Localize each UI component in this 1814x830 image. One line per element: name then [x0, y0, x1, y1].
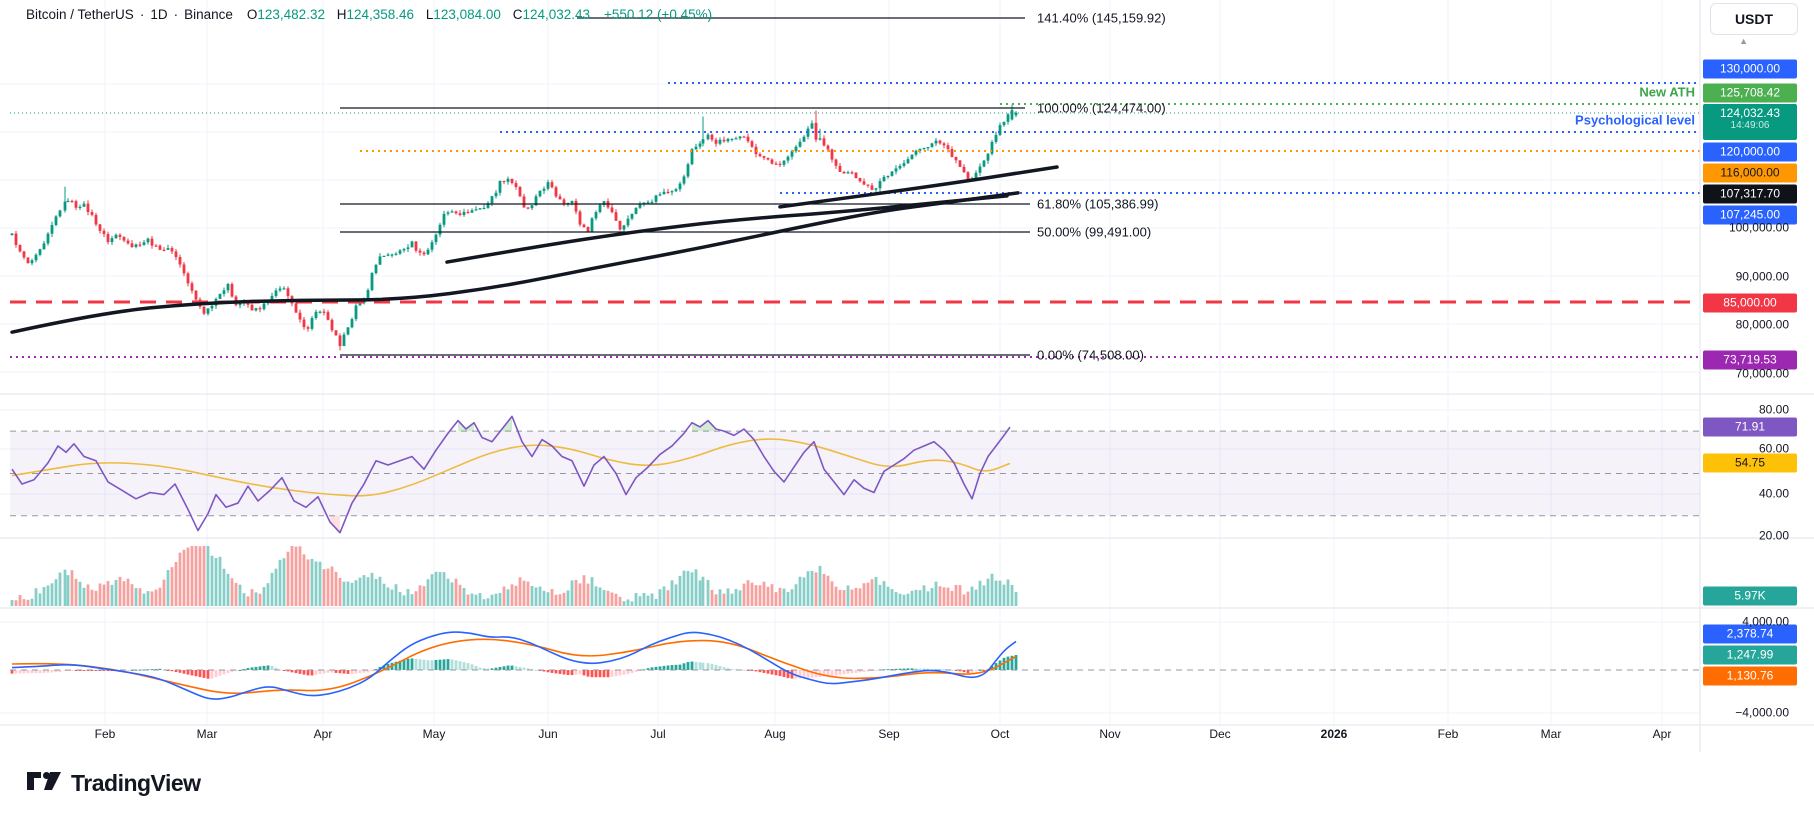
price-axis-label: 85,000.00 [1703, 293, 1797, 313]
close-value: 124,032.43 [522, 7, 591, 22]
chevron-up-icon[interactable]: ▲ [1739, 36, 1748, 46]
price-axis-tick: 20.00 [1758, 528, 1789, 543]
fib-level-label[interactable]: 0.00% (74,508.00) [1037, 348, 1144, 363]
price-axis-label: 125,708.42 [1703, 83, 1797, 103]
price-axis-label: 116,000.00 [1703, 163, 1797, 183]
price-axis-tick: −4,000.00 [1735, 705, 1789, 720]
ohlc-readout: O123,482.32 H124,358.46 L123,084.00 C124… [239, 7, 590, 22]
change-value: +550.12 (+0.45%) [604, 7, 713, 22]
price-axis-label: 1,130.76 [1703, 666, 1797, 686]
time-axis-tick: Mar [1540, 727, 1562, 741]
price-axis-label: 71.91 [1703, 417, 1797, 437]
time-axis-tick: Jun [538, 727, 558, 741]
time-axis-tick: Aug [764, 727, 786, 741]
time-axis-tick: Apr [1652, 727, 1672, 741]
time-axis-tick: Oct [990, 727, 1010, 741]
high-value: 124,358.46 [346, 7, 415, 22]
price-axis-label: 107,317.70 [1703, 184, 1797, 204]
price-axis-tick: 80,000.00 [1735, 317, 1789, 332]
interval-label[interactable]: 1D [150, 7, 167, 22]
time-axis-tick: Dec [1209, 727, 1231, 741]
fib-level-label[interactable]: 61.80% (105,386.99) [1037, 197, 1158, 212]
time-axis-tick: Apr [313, 727, 333, 741]
price-axis-tick: 70,000.00 [1735, 366, 1789, 381]
fib-level-label[interactable]: 100.00% (124,474.00) [1037, 101, 1166, 116]
time-axis-tick: Sep [878, 727, 900, 741]
price-axis-tick: 100,000.00 [1728, 220, 1789, 235]
close-label: C [512, 7, 523, 22]
price-axis-label: 130,000.00 [1703, 59, 1797, 79]
fib-level-label[interactable]: 50.00% (99,491.00) [1037, 225, 1151, 240]
tradingview-logo-icon [27, 771, 61, 790]
price-axis-tick: 60.00 [1758, 441, 1789, 456]
countdown-timer: 14:49:06 [1730, 120, 1770, 131]
time-axis-tick: Nov [1099, 727, 1121, 741]
low-value: 123,084.00 [433, 7, 501, 22]
price-axis-label: 5.97K [1703, 586, 1797, 606]
separator-dot: · [139, 7, 145, 22]
price-axis-tick: 40.00 [1758, 486, 1789, 501]
symbol-header[interactable]: Bitcoin / TetherUS · 1D · Binance O123,4… [26, 7, 712, 22]
tradingview-logo[interactable]: TradingView [26, 770, 201, 797]
currency-toggle-button[interactable]: USDT [1710, 3, 1798, 35]
price-axis-tick: 4,000.00 [1742, 614, 1789, 629]
price-axis-label: 1,247.99 [1703, 645, 1797, 665]
price-axis-tick: 80.00 [1758, 402, 1789, 417]
tradingview-chart-window: Bitcoin / TetherUS · 1D · Binance O123,4… [0, 0, 1814, 830]
price-axis-label: 124,032.43 14:49:06 [1703, 104, 1797, 140]
separator-dot: · [173, 7, 179, 22]
price-axis-tick: 90,000.00 [1735, 269, 1789, 284]
time-axis-tick: Mar [196, 727, 218, 741]
exchange-label[interactable]: Binance [184, 7, 233, 22]
open-label: O [246, 7, 258, 22]
chart-canvas[interactable] [0, 0, 1814, 830]
price-axis-label: 120,000.00 [1703, 142, 1797, 162]
time-axis-tick: Feb [1437, 727, 1459, 741]
open-value: 123,482.32 [257, 7, 325, 22]
fib-level-label[interactable]: 141.40% (145,159.92) [1037, 11, 1166, 26]
tradingview-logo-text: TradingView [71, 770, 201, 796]
new-ath-annotation: New ATH [1639, 84, 1695, 100]
symbol-name[interactable]: Bitcoin / TetherUS [26, 7, 134, 22]
time-axis-tick: Feb [94, 727, 116, 741]
time-axis-tick: 2026 [1320, 727, 1348, 741]
time-axis-tick: May [422, 727, 446, 741]
time-axis-tick: Jul [650, 727, 666, 741]
psychological-level-annotation: Psychological level [1575, 112, 1695, 128]
